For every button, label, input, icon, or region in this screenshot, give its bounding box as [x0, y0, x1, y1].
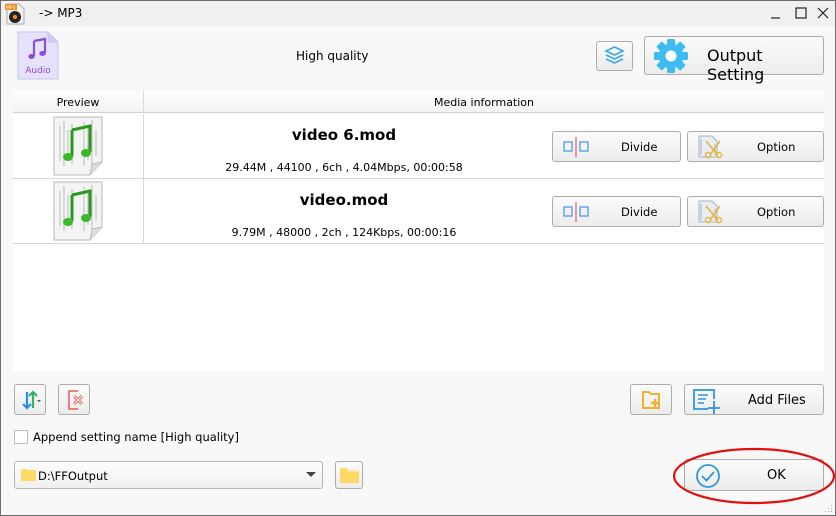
list-header: Preview Media information [13, 91, 824, 113]
title-bar: MP3 -> MP3 [1, 1, 835, 26]
sort-order-button[interactable] [14, 384, 46, 415]
preview-cell [13, 179, 144, 243]
column-header-media-information[interactable]: Media information [144, 91, 824, 113]
file-list: Preview Media information video 6.mod 29… [13, 91, 824, 371]
layers-icon [604, 46, 625, 64]
add-files-icon [693, 389, 720, 414]
audio-format-badge[interactable]: Audio [17, 31, 59, 80]
add-folder-button[interactable] [630, 384, 672, 415]
add-files-button[interactable]: Add Files [684, 384, 824, 415]
output-setting-button[interactable]: Output Setting [644, 36, 824, 84]
gear-icon [654, 39, 688, 73]
file-row[interactable]: video.mod 9.79M , 48000 , 2ch , 124Kbps,… [13, 179, 824, 244]
maximize-button[interactable] [790, 4, 812, 22]
folder-icon [21, 469, 36, 481]
option-button[interactable]: Option [687, 131, 824, 162]
music-file-thumbnail-icon [53, 116, 103, 176]
preview-cell [13, 114, 144, 178]
close-button[interactable] [812, 4, 834, 22]
add-folder-icon [642, 391, 660, 409]
file-info: 29.44M , 44100 , 6ch , 4.04Mbps, 00:00:5… [225, 161, 463, 174]
music-file-thumbnail-icon [53, 181, 103, 241]
minimize-button[interactable] [765, 4, 787, 22]
check-circle-icon [696, 464, 720, 488]
append-setting-checkbox[interactable] [14, 430, 28, 444]
sort-arrows-icon [22, 390, 41, 410]
browse-folder-button[interactable] [335, 461, 363, 489]
audio-file-icon: Audio [17, 31, 59, 80]
video-edit-scissors-icon [698, 200, 723, 224]
app-window: MP3 -> MP3 Audio High quality Output Set… [0, 0, 836, 516]
add-files-label: Add Files [748, 393, 806, 408]
divide-label: Divide [621, 140, 658, 154]
option-button[interactable]: Option [687, 196, 824, 227]
mp3-app-icon: MP3 [5, 3, 25, 25]
divide-icon [563, 202, 589, 222]
file-name: video.mod [299, 191, 389, 209]
divide-button[interactable]: Divide [552, 196, 681, 227]
layers-button[interactable] [596, 41, 633, 71]
remove-icon [68, 390, 84, 410]
divide-button[interactable]: Divide [552, 131, 681, 162]
ok-button[interactable]: OK [684, 459, 824, 491]
resize-grip-icon[interactable] [823, 503, 833, 513]
option-label: Option [757, 140, 796, 154]
chevron-down-icon [306, 472, 316, 477]
preset-name: High quality [296, 49, 369, 63]
column-header-preview[interactable]: Preview [13, 91, 144, 113]
output-path-dropdown[interactable]: D:\FFOutput [14, 461, 323, 489]
ok-label: OK [767, 468, 786, 483]
svg-text:MP3: MP3 [6, 5, 16, 11]
output-path-value: D:\FFOutput [38, 469, 108, 483]
folder-icon [340, 468, 359, 483]
video-edit-scissors-icon [698, 135, 723, 159]
file-info: 9.79M , 48000 , 2ch , 124Kbps, 00:00:16 [231, 226, 457, 239]
divide-label: Divide [621, 205, 658, 219]
option-label: Option [757, 205, 796, 219]
window-title: -> MP3 [39, 6, 83, 20]
file-name: video 6.mod [291, 126, 397, 144]
divide-icon [563, 137, 589, 157]
remove-file-button[interactable] [58, 384, 90, 415]
audio-badge-label: Audio [25, 66, 51, 76]
output-setting-label: Output Setting [707, 46, 765, 84]
file-row[interactable]: video 6.mod 29.44M , 44100 , 6ch , 4.04M… [13, 114, 824, 179]
append-setting-label[interactable]: Append setting name [High quality] [33, 430, 239, 444]
